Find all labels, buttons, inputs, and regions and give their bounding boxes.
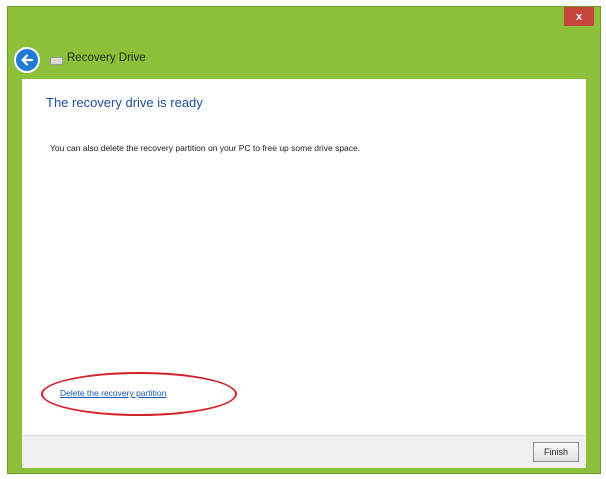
content-panel: The recovery drive is ready You can also…	[22, 79, 586, 435]
page-heading: The recovery drive is ready	[46, 95, 203, 110]
navigation-bar: Recovery Drive	[8, 43, 600, 79]
finish-button[interactable]: Finish	[533, 442, 579, 462]
delete-recovery-partition-link[interactable]: Delete the recovery partition	[60, 388, 166, 398]
drive-icon	[50, 57, 63, 65]
back-arrow-icon	[21, 54, 34, 66]
description-text: You can also delete the recovery partiti…	[50, 143, 361, 153]
footer-bar: Finish	[22, 435, 586, 468]
close-icon: x	[575, 10, 583, 23]
window-title: Recovery Drive	[67, 52, 146, 64]
back-button[interactable]	[14, 47, 40, 73]
recovery-drive-window: x Recovery Drive The recovery drive is r…	[7, 6, 601, 474]
title-bar: x	[8, 7, 600, 41]
close-button[interactable]: x	[564, 7, 594, 26]
